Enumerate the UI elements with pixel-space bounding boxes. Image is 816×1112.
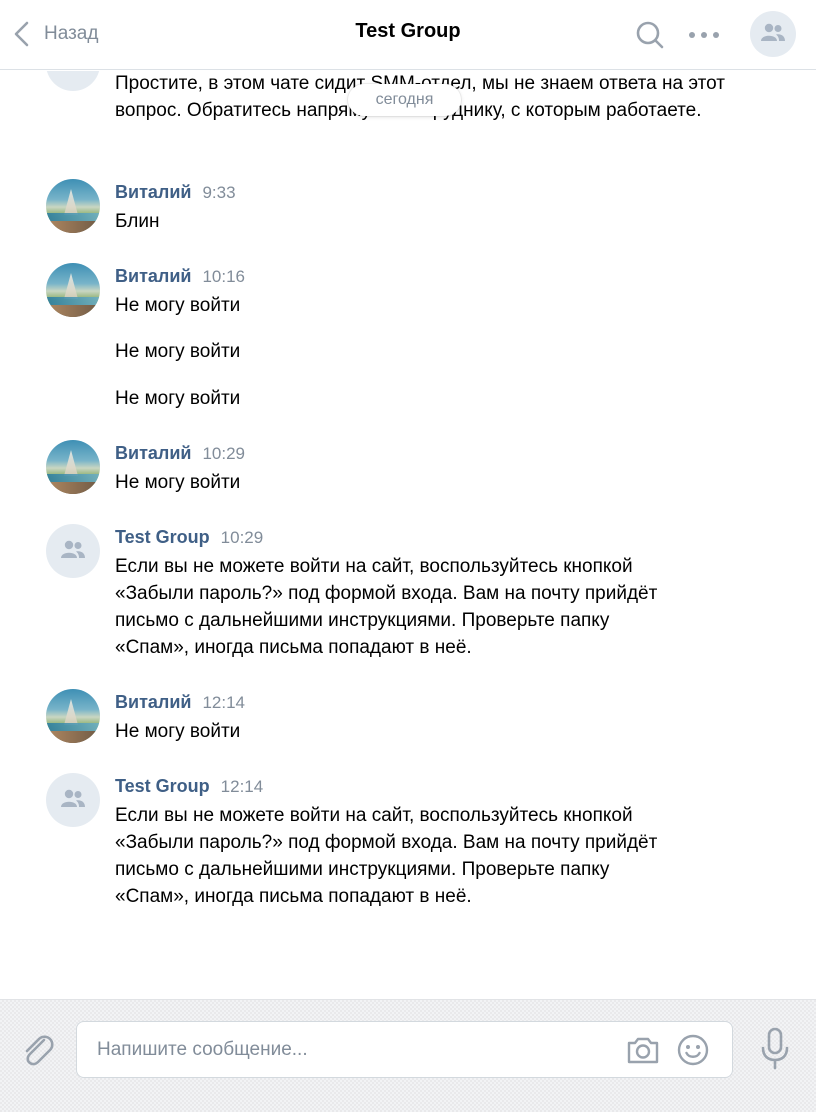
microphone-icon[interactable] [756, 1026, 794, 1072]
avatar[interactable] [46, 179, 100, 233]
message-composer [0, 999, 816, 1112]
message-text: Не могу войти [115, 341, 241, 362]
message-author[interactable]: Виталий [115, 692, 191, 713]
message-text: Не могу войти [115, 721, 241, 742]
message-text: Не могу войти [115, 472, 241, 493]
camera-icon[interactable] [625, 1033, 661, 1067]
message-author[interactable]: Виталий [115, 443, 191, 464]
emoji-icon[interactable] [675, 1032, 711, 1068]
message-time: 10:16 [202, 267, 246, 286]
avatar[interactable] [46, 524, 100, 578]
group-avatar-icon [60, 71, 86, 77]
avatar[interactable] [46, 689, 100, 743]
message-text: Если вы не можете войти на сайт, восполь… [115, 556, 658, 658]
message-time: 10:29 [220, 528, 264, 547]
message-time: 10:29 [202, 444, 246, 463]
group-avatar-icon [760, 22, 786, 47]
message-input[interactable] [97, 1022, 617, 1077]
paperclip-icon[interactable] [18, 1030, 58, 1070]
search-icon[interactable] [634, 19, 666, 51]
avatar[interactable] [46, 773, 100, 827]
group-avatar-icon [60, 788, 86, 813]
avatar[interactable] [46, 71, 100, 91]
message-author[interactable]: Test Group [115, 776, 210, 797]
avatar[interactable] [46, 263, 100, 317]
group-avatar-icon [60, 539, 86, 564]
message-text: Не могу войти [115, 388, 241, 409]
message-author[interactable]: Test Group [115, 527, 210, 548]
message-author[interactable]: Виталий [115, 182, 191, 203]
chat-window: Назад Test Group сегодня Простите, в это… [0, 0, 816, 1112]
date-divider: сегодня [348, 84, 461, 116]
message-text: Блин [115, 211, 160, 232]
group-avatar-button[interactable] [750, 11, 796, 57]
message-time: 12:14 [202, 693, 246, 712]
message-time: 9:33 [202, 183, 236, 202]
message-text: Не могу войти [115, 295, 241, 316]
chevron-left-icon [12, 20, 30, 48]
back-button[interactable]: Назад [12, 18, 98, 50]
message-time: 12:14 [220, 777, 264, 796]
message-input-box [76, 1021, 733, 1078]
message-text: Если вы не можете войти на сайт, восполь… [115, 805, 658, 907]
more-dots-icon[interactable] [686, 19, 722, 51]
chat-header: Назад Test Group [0, 0, 816, 70]
message-author[interactable]: Виталий [115, 266, 191, 287]
avatar[interactable] [46, 440, 100, 494]
back-label: Назад [44, 23, 99, 44]
message-list[interactable]: сегодня Простите, в этом чате сидит SMM-… [0, 71, 816, 999]
